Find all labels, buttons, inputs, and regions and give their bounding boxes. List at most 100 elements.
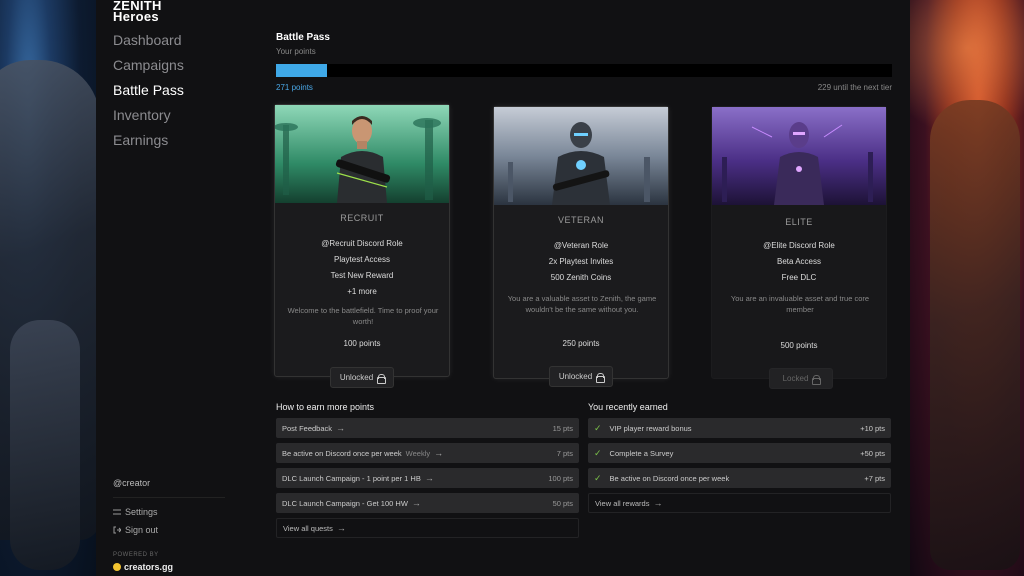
lock-icon xyxy=(812,374,822,385)
view-all-rewards-label: View all rewards xyxy=(595,498,650,508)
more-perks-link[interactable]: +1 more xyxy=(275,287,449,296)
sidebar: ZENITH Heroes Dashboard Campaigns Battle… xyxy=(96,0,238,576)
app-window: ZENITH Heroes Dashboard Campaigns Battle… xyxy=(96,0,910,576)
tier-card-elite[interactable]: ELITE @Elite Discord Role Beta Access Fr… xyxy=(711,106,887,389)
earned-label: Be active on Discord once per week xyxy=(609,473,730,483)
nav-battle-pass[interactable]: Battle Pass xyxy=(113,80,184,105)
tier-perk: 2x Playtest Invites xyxy=(548,257,614,266)
tier-name: ELITE xyxy=(785,217,813,227)
quest-points: 7 pts xyxy=(556,448,573,458)
tier-card-recruit[interactable]: RECRUIT @Recruit Discord Role Playtest A… xyxy=(274,104,450,388)
tier-status-button[interactable]: Unlocked xyxy=(330,367,394,388)
earn-section-title: How to earn more points xyxy=(276,402,375,412)
tier-status-button[interactable]: Unlocked xyxy=(549,366,613,387)
arrow-right-icon: → xyxy=(336,523,346,533)
earned-label: VIP player reward bonus xyxy=(609,423,692,433)
user-handle[interactable]: @creator xyxy=(113,478,150,488)
powered-by-label: POWERED BY xyxy=(113,552,159,558)
tier-perk: @Veteran Role xyxy=(553,241,609,250)
quest-label: DLC Launch Campaign - 1 point per 1 HB xyxy=(282,473,421,483)
quest-row[interactable]: DLC Launch Campaign - Get 100 HW → 50 pts xyxy=(276,493,579,513)
unlock-icon xyxy=(377,373,387,384)
tier-points: 500 points xyxy=(780,341,818,350)
elite-art xyxy=(712,107,886,205)
earned-points: +10 pts xyxy=(860,423,885,433)
tier-perk: @Recruit Discord Role xyxy=(321,239,403,248)
checkmark-icon: ✓ xyxy=(594,422,602,433)
arrow-right-icon: → xyxy=(434,448,444,458)
arrow-right-icon: → xyxy=(653,498,663,508)
quest-points: 15 pts xyxy=(552,423,573,433)
checkmark-icon: ✓ xyxy=(594,447,602,458)
tier-card-veteran[interactable]: VETERAN @Veteran Role 2x Playtest Invite… xyxy=(493,106,669,387)
arrow-right-icon: → xyxy=(336,423,346,433)
earned-row: ✓ Be active on Discord once per week +7 p… xyxy=(588,468,891,488)
points-to-next-tier: 229 until the next tier xyxy=(817,83,892,92)
nav-campaigns[interactable]: Campaigns xyxy=(113,55,184,80)
nav-inventory[interactable]: Inventory xyxy=(113,105,184,130)
quest-label: Be active on Discord once per week xyxy=(282,448,402,458)
sign-out-link[interactable]: Sign out xyxy=(113,525,158,535)
status-label: Locked xyxy=(782,374,809,383)
earned-points: +7 pts xyxy=(864,473,885,483)
tier-perk: Free DLC xyxy=(781,273,817,282)
tier-status-button[interactable]: Locked xyxy=(769,368,833,389)
tier-points: 250 points xyxy=(562,339,600,348)
settings-icon xyxy=(113,509,121,515)
tier-description: Welcome to the battlefield. Time to proo… xyxy=(287,306,439,326)
settings-label: Settings xyxy=(125,507,158,517)
recruit-art xyxy=(275,105,449,203)
points-progress-fill xyxy=(276,64,327,77)
tier-name: VETERAN xyxy=(557,215,604,225)
quest-points: 50 pts xyxy=(552,498,573,508)
main-nav: Dashboard Campaigns Battle Pass Inventor… xyxy=(113,30,184,155)
tier-perk: Test New Reward xyxy=(330,271,394,280)
earned-row: ✓ Complete a Survey +50 pts xyxy=(588,443,891,463)
checkmark-icon: ✓ xyxy=(594,472,602,483)
unlock-icon xyxy=(596,372,606,383)
tier-description: You are an invaluable asset and true cor… xyxy=(730,294,870,314)
brand-label: creators.gg xyxy=(124,562,174,572)
veteran-art xyxy=(494,107,668,205)
view-all-quests-label: View all quests xyxy=(283,523,333,533)
creators-gg-brand[interactable]: creators.gg xyxy=(113,562,173,572)
quest-points: 100 pts xyxy=(548,473,573,483)
points-progress-bar xyxy=(276,64,892,77)
quest-row[interactable]: Be active on Discord once per week Weekly… xyxy=(276,443,579,463)
page-subtitle: Your points xyxy=(276,47,316,56)
status-label: Unlocked xyxy=(558,372,593,381)
view-all-quests-link[interactable]: View all quests → xyxy=(276,518,579,538)
earned-row: ✓ VIP player reward bonus +10 pts xyxy=(588,418,891,438)
quest-frequency-tag: Weekly xyxy=(405,448,431,458)
arrow-right-icon: → xyxy=(424,473,434,483)
page-title: Battle Pass xyxy=(276,32,330,43)
earned-points: +50 pts xyxy=(860,448,885,458)
logo-line-2: Heroes xyxy=(113,9,159,24)
main-content: Battle Pass Your points 271 points 229 u… xyxy=(274,0,892,576)
arrow-right-icon: → xyxy=(411,498,421,508)
quest-label: DLC Launch Campaign - Get 100 HW xyxy=(282,498,408,508)
tier-perk: @Elite Discord Role xyxy=(763,241,835,250)
status-label: Unlocked xyxy=(339,373,374,382)
creators-logo-icon xyxy=(113,563,121,571)
settings-link[interactable]: Settings xyxy=(113,507,158,517)
tier-perk: 500 Zenith Coins xyxy=(550,273,612,282)
quest-row[interactable]: Post Feedback → 15 pts xyxy=(276,418,579,438)
view-all-rewards-link[interactable]: View all rewards → xyxy=(588,493,891,513)
tier-points: 100 points xyxy=(343,339,381,348)
nav-earnings[interactable]: Earnings xyxy=(113,130,184,155)
nav-dashboard[interactable]: Dashboard xyxy=(113,30,184,55)
earned-label: Complete a Survey xyxy=(609,448,674,458)
tier-perk: Beta Access xyxy=(776,257,822,266)
sign-out-icon xyxy=(113,526,121,534)
sidebar-divider xyxy=(113,497,225,498)
zenith-heroes-logo[interactable]: ZENITH Heroes xyxy=(113,0,162,24)
sign-out-label: Sign out xyxy=(125,525,159,535)
background-art-right xyxy=(910,0,1024,576)
tier-perk: Playtest Access xyxy=(333,255,391,264)
quest-row[interactable]: DLC Launch Campaign - 1 point per 1 HB → … xyxy=(276,468,579,488)
background-art-left xyxy=(0,0,96,576)
current-points: 271 points xyxy=(276,83,313,92)
quest-label: Post Feedback xyxy=(282,423,333,433)
recent-section-title: You recently earned xyxy=(588,402,668,412)
